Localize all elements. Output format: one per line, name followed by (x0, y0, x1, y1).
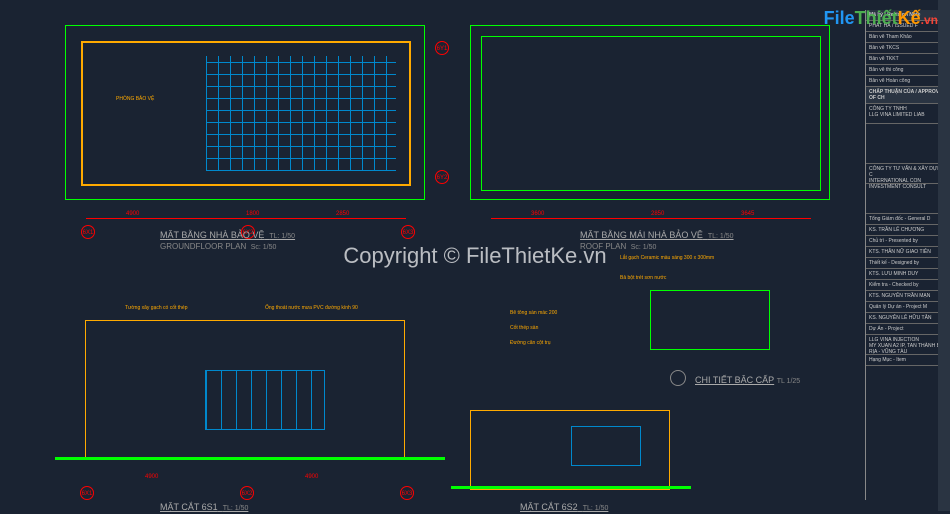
dimension-line (491, 218, 811, 219)
title-vn: CHI TIẾT BẬC CẤP (695, 375, 774, 385)
room-label: PHÒNG BẢO VỆ (116, 96, 154, 102)
section2-window (571, 426, 641, 466)
logo-part: File (824, 8, 855, 28)
section2-title: MẶT CẮT 6S2 TL: 1/50 (520, 502, 608, 514)
dim-value: 1800 (246, 211, 259, 217)
groundfloor-plan: PHÒNG BẢO VỆ 4900 1800 2850 6X1 6X2 6X3 … (65, 25, 425, 200)
site-logo: FileThiếtKế.vn (824, 8, 938, 29)
section-6s2 (470, 410, 670, 490)
dim-value: 4900 (305, 474, 318, 480)
grid-marker: 6X1 (80, 486, 94, 500)
grid-marker: 6X3 (400, 486, 414, 500)
grid-marker: 6X3 (401, 225, 415, 239)
logo-part: .vn (921, 13, 938, 27)
drawing-viewport[interactable]: PHÒNG BẢO VỆ 4900 1800 2850 6X1 6X2 6X3 … (40, 10, 860, 500)
annotation: Lắt gạch Ceramic màu sáng 300 x 300mm (620, 255, 714, 261)
dim-value: 3645 (741, 211, 754, 217)
roof-plan: 3600 2850 3645 (470, 25, 830, 200)
dim-value: 3600 (531, 211, 544, 217)
company2-name: CÔNG TY TƯ VẤN & XÂY DỰNG C (869, 166, 947, 178)
title-en: GROUNDFLOOR PLAN (160, 242, 246, 251)
section-window (205, 370, 325, 430)
annotation: Bê tông sàn mác 200 (510, 310, 557, 316)
annotation: Cốt thép sàn (510, 325, 538, 331)
grid-marker: 6X1 (81, 225, 95, 239)
scale-en: Sc: 1/50 (251, 244, 277, 251)
dimension-line (86, 218, 406, 219)
grid-marker: 6X2 (240, 486, 254, 500)
annotation: Ống thoát nước mưa PVC đường kính 90 (265, 305, 358, 311)
roof-outline (481, 36, 821, 191)
section-6s1: Tường xây gạch có cốt thép Ống thoát nướ… (65, 300, 425, 485)
logo-part: Kế (898, 8, 921, 28)
vertical-scrollbar[interactable] (938, 0, 950, 511)
ground-line (451, 486, 691, 489)
detail-step (650, 290, 770, 350)
ground-line (55, 457, 445, 460)
grid-marker: 6Y2 (435, 170, 449, 184)
dim-value: 4900 (126, 211, 139, 217)
plan1-title: MẶT BẰNG NHÀ BẢO VỆ TL: 1/50 GROUNDFLOOR… (160, 230, 295, 252)
company1-en: LLG VINA LIMITED LIAB (869, 112, 947, 118)
scale: TL 1/25 (777, 378, 800, 385)
scale: TL: 1/50 (269, 233, 295, 240)
logo-part: Thiết (855, 8, 898, 28)
title-vn: MẶT BẰNG NHÀ BẢO VỆ (160, 230, 264, 240)
section-building (85, 320, 405, 460)
dim-value: 2850 (651, 211, 664, 217)
annotation: Tường xây gạch có cốt thép (125, 305, 188, 311)
detail-marker (670, 370, 686, 386)
title-vn: MẶT BẰNG MÁI NHÀ BẢO VỆ (580, 230, 703, 240)
annotation: Đường cân cột trụ (510, 340, 551, 346)
annotation: Bả bột trét sơn nước (620, 275, 666, 281)
dim-value: 2850 (336, 211, 349, 217)
floor-grid (206, 56, 396, 171)
scale: TL: 1/50 (708, 233, 734, 240)
detail-title: CHI TIẾT BẬC CẤP TL 1/25 (695, 375, 800, 387)
cad-canvas[interactable]: PHÒNG BẢO VỆ 4900 1800 2850 6X1 6X2 6X3 … (0, 0, 950, 511)
section1-title: MẶT CẮT 6S1 TL: 1/50 (160, 502, 248, 514)
grid-marker: 6Y1 (435, 41, 449, 55)
dim-value: 4900 (145, 474, 158, 480)
